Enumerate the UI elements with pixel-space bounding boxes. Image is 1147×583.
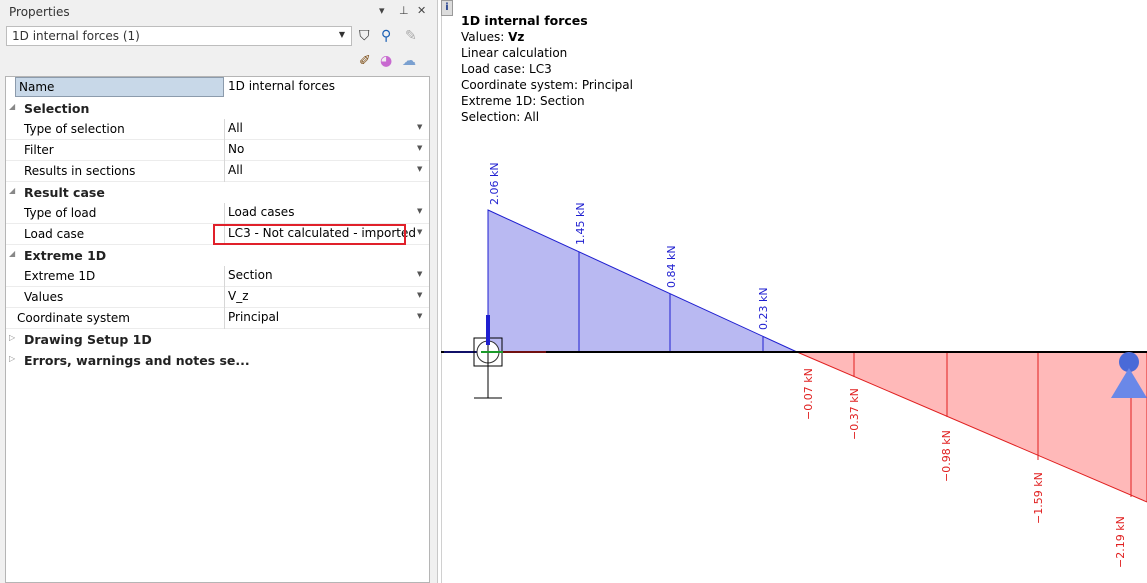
prop-label: Results in sections	[24, 164, 136, 178]
chevron-down-icon[interactable]: ▼	[417, 144, 422, 152]
panel-menu-icon[interactable]: ▾	[379, 4, 385, 17]
expand-triangle-icon[interactable]: ▷	[9, 333, 15, 342]
shear-label: 0.84 kN	[665, 245, 678, 288]
chevron-down-icon[interactable]: ▼	[417, 165, 422, 173]
prop-value[interactable]: All	[228, 121, 243, 135]
prop-label: Filter	[24, 143, 54, 157]
properties-panel: Properties ▾ ⊥ ✕ 1D internal forces (1) …	[0, 0, 438, 583]
group-label: Errors, warnings and notes se...	[24, 353, 250, 368]
prop-label: Type of selection	[24, 122, 125, 136]
prop-value[interactable]: Section	[228, 268, 273, 282]
chevron-down-icon[interactable]: ▼	[417, 291, 422, 299]
prop-label: Coordinate system	[17, 311, 130, 325]
group-selection[interactable]: ◢ Selection	[6, 98, 429, 119]
row-values[interactable]: Values V_z ▼	[6, 287, 429, 308]
chevron-down-icon[interactable]: ▼	[417, 207, 422, 215]
load-case-highlight-box	[213, 224, 406, 245]
chevron-down-icon[interactable]: ▼	[417, 123, 422, 131]
name-key-cell[interactable]: Name	[15, 77, 224, 97]
palette-icon[interactable]: ◕	[380, 53, 392, 69]
collapse-triangle-icon[interactable]: ◢	[9, 102, 15, 111]
shear-label: −0.07 kN	[802, 368, 815, 420]
shear-label: −0.37 kN	[848, 388, 861, 440]
row-filter[interactable]: Filter No ▼	[6, 140, 429, 161]
group-errors-warnings[interactable]: ▷ Errors, warnings and notes se...	[6, 350, 429, 371]
shear-label: 2.06 kN	[488, 162, 501, 205]
prop-label: Values	[24, 290, 64, 304]
group-label: Selection	[24, 101, 90, 116]
group-label: Drawing Setup 1D	[24, 332, 152, 347]
select-all-icon[interactable]: ⛉	[359, 28, 370, 44]
positive-shear-area	[487, 209, 798, 353]
prop-value[interactable]: Load cases	[228, 205, 294, 219]
group-label: Result case	[24, 185, 105, 200]
prop-value[interactable]: No	[228, 142, 244, 156]
group-drawing-setup-1d[interactable]: ▷ Drawing Setup 1D	[6, 329, 429, 350]
shear-label: −2.19 kN	[1114, 516, 1127, 568]
edit-pencil-icon[interactable]: ✎	[405, 28, 417, 44]
chevron-down-icon[interactable]: ▼	[417, 312, 422, 320]
group-result-case[interactable]: ◢ Result case	[6, 182, 429, 203]
chevron-down-icon: ▼	[338, 30, 345, 39]
close-icon[interactable]: ✕	[417, 4, 426, 17]
style-icon[interactable]: ☁	[402, 53, 416, 69]
expand-triangle-icon[interactable]: ▷	[9, 354, 15, 363]
group-label: Extreme 1D	[24, 248, 107, 263]
row-results-in-sections[interactable]: Results in sections All ▼	[6, 161, 429, 182]
row-coordinate-system[interactable]: Coordinate system Principal ▼	[6, 308, 429, 329]
shear-label: 1.45 kN	[574, 202, 587, 245]
shear-label: −0.98 kN	[940, 430, 953, 482]
selection-dropdown[interactable]: 1D internal forces (1) ▼	[6, 26, 352, 46]
property-grid: Name 1D internal forces ◢ Selection Type…	[5, 76, 430, 583]
collapse-triangle-icon[interactable]: ◢	[9, 249, 15, 258]
filter-icon[interactable]: ⚲	[381, 28, 391, 44]
selection-dropdown-value: 1D internal forces (1)	[12, 29, 140, 43]
group-extreme-1d[interactable]: ◢ Extreme 1D	[6, 245, 429, 266]
shear-label: −1.59 kN	[1032, 472, 1045, 524]
prop-value[interactable]: Principal	[228, 310, 279, 324]
row-type-of-selection[interactable]: Type of selection All ▼	[6, 119, 429, 140]
prop-label: Extreme 1D	[24, 269, 96, 283]
shear-label: 0.23 kN	[757, 287, 770, 330]
panel-title: Properties	[9, 5, 70, 19]
chevron-down-icon[interactable]: ▼	[417, 270, 422, 278]
name-value[interactable]: 1D internal forces	[228, 79, 335, 93]
pin-icon[interactable]: ⊥	[399, 4, 409, 17]
prop-label: Load case	[24, 227, 85, 241]
row-type-of-load[interactable]: Type of load Load cases ▼	[6, 203, 429, 224]
collapse-triangle-icon[interactable]: ◢	[9, 186, 15, 195]
prop-value[interactable]: V_z	[228, 289, 249, 303]
row-name: Name 1D internal forces	[6, 77, 429, 98]
prop-value[interactable]: All	[228, 163, 243, 177]
row-extreme-1d[interactable]: Extreme 1D Section ▼	[6, 266, 429, 287]
prop-label: Type of load	[24, 206, 97, 220]
shear-force-diagram: 2.06 kN 1.45 kN 0.84 kN 0.23 kN −0.07 kN…	[441, 162, 1147, 568]
brush-icon[interactable]: ✐	[359, 53, 371, 69]
chevron-down-icon[interactable]: ▼	[417, 228, 422, 236]
